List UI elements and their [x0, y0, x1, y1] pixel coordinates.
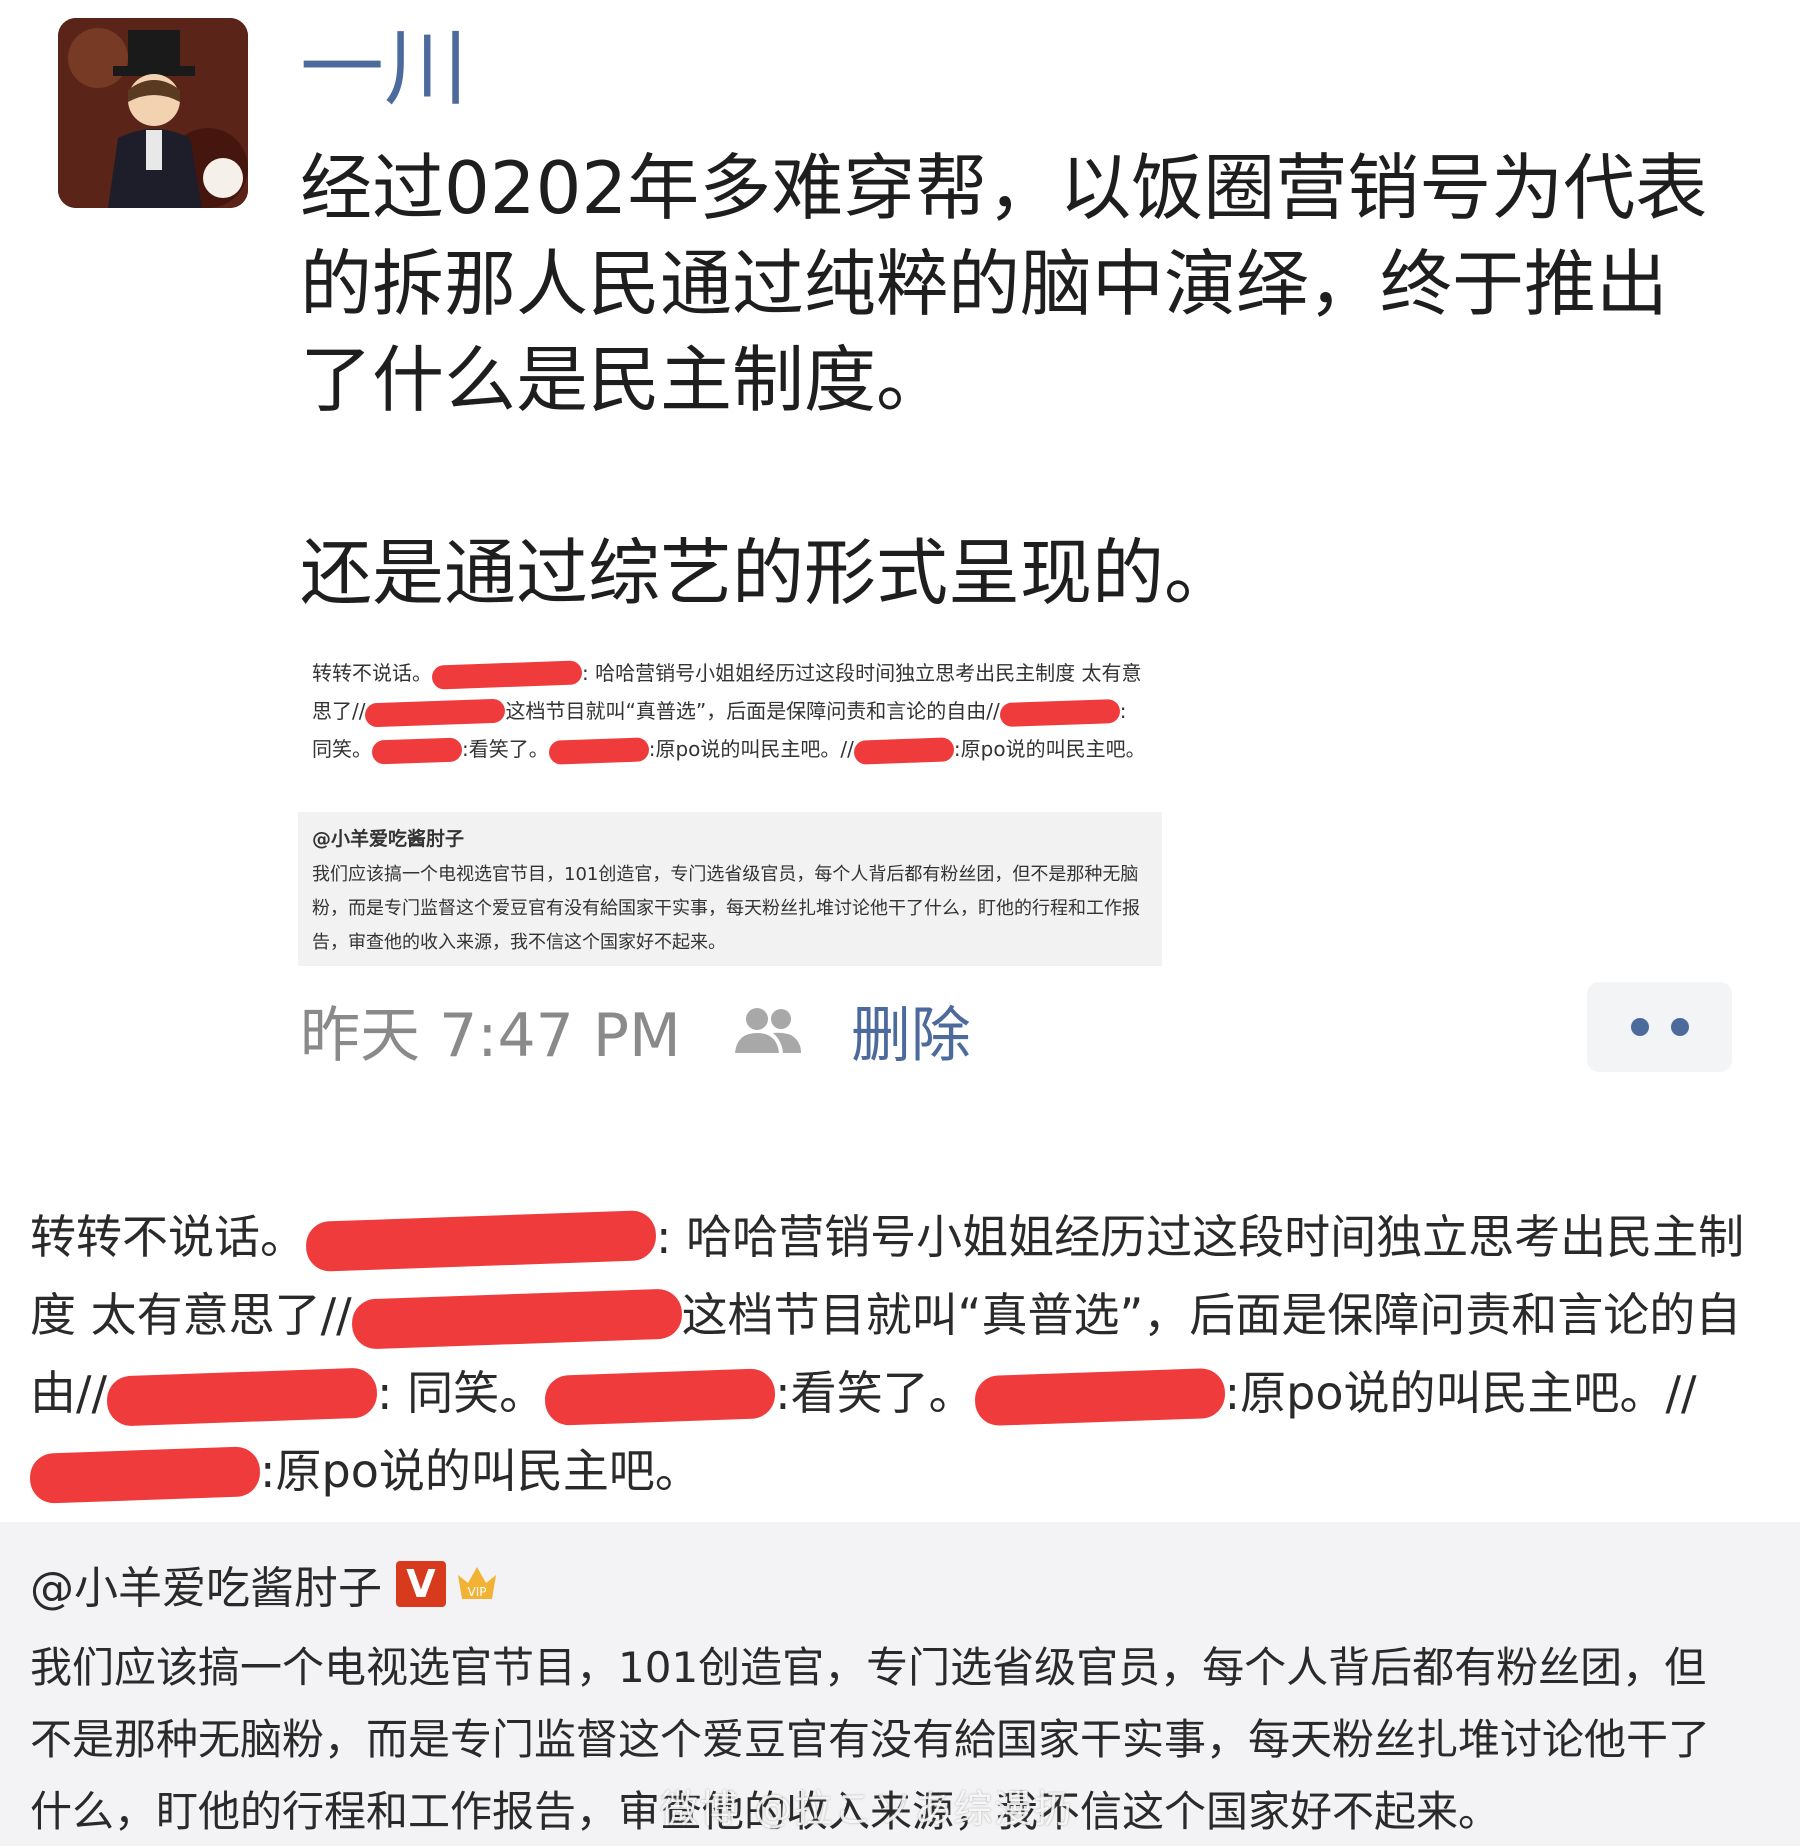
- vip-crown-icon: VIP: [458, 1567, 496, 1599]
- watermark: 微博 @拉こソあ综漫扔: [660, 1787, 1075, 1831]
- embedded-quoted-text: 我们应该搞一个电视选官节目，101创造官，专门选省级官员，每个人背后都有粉丝团，…: [312, 864, 1140, 953]
- redaction-mark: [29, 1445, 261, 1504]
- redaction-mark: [365, 698, 506, 727]
- post-text-continued: 还是通过综艺的形式呈现的。: [300, 531, 1237, 615]
- more-dots-icon: [1630, 1018, 1649, 1036]
- people-icon[interactable]: [733, 1005, 803, 1055]
- post-username[interactable]: 一川: [300, 18, 468, 119]
- repost-part: 转转不说话。: [30, 1210, 306, 1264]
- repost-part: 这档节目就叫“真普选”，后面是保障问责和言论的自由//: [505, 699, 1000, 723]
- avatar-image: [58, 18, 248, 208]
- redaction-mark: [853, 736, 955, 765]
- repost-part: :原po说的叫民主吧。//: [648, 737, 854, 761]
- embedded-quoted-author[interactable]: @小羊爱吃酱肘子: [312, 824, 464, 851]
- redaction-mark: [106, 1366, 378, 1427]
- redaction-mark: [305, 1209, 657, 1272]
- repost-part: : 同笑。: [377, 1366, 546, 1420]
- quoted-author[interactable]: @小羊爱吃酱肘子: [30, 1552, 382, 1616]
- redaction-mark: [548, 736, 650, 765]
- repost-part: :原po说的叫民主吧。: [260, 1444, 701, 1498]
- redaction-mark: [544, 1367, 776, 1426]
- more-options-button[interactable]: [1587, 982, 1732, 1072]
- repost-part: :原po说的叫民主吧。//: [1224, 1366, 1697, 1420]
- zoomed-repost-chain: 转转不说话。: 哈哈营销号小姐姐经历过这段时间独立思考出民主制度 太有意思了//…: [29, 1198, 1750, 1510]
- more-dots-icon: [1670, 1018, 1689, 1036]
- redaction-mark: [973, 1367, 1226, 1426]
- quoted-author-row: @小羊爱吃酱肘子 V VIP: [30, 1552, 500, 1616]
- redaction-mark: [371, 736, 463, 765]
- repost-part: :看笑了。: [775, 1366, 975, 1420]
- embedded-screenshot[interactable]: 转转不说话。: 哈哈营销号小姐姐经历过这段时间独立思考出民主制度 太有意思了//…: [298, 640, 1162, 966]
- vip-label: VIP: [468, 1585, 487, 1599]
- repost-part: 转转不说话。: [312, 661, 432, 685]
- verified-v-icon: V: [396, 1561, 446, 1607]
- embedded-repost-chain: 转转不说话。: 哈哈营销号小姐姐经历过这段时间独立思考出民主制度 太有意思了//…: [312, 654, 1152, 768]
- repost-part: :看笑了。: [462, 737, 549, 761]
- user-avatar[interactable]: [58, 18, 248, 208]
- post-text: 经过0202年多难穿帮，以饭圈营销号为代表的拆那人民通过纯粹的脑中演绎，终于推出…: [300, 146, 1708, 422]
- post-timestamp: 昨天 7:47 PM: [300, 1000, 681, 1071]
- post-meta: 昨天 7:47 PM 删除: [300, 985, 971, 1075]
- repost-part: :原po说的叫民主吧。: [953, 737, 1146, 761]
- redaction-mark: [431, 659, 583, 690]
- redaction-mark: [999, 698, 1121, 727]
- redaction-mark: [350, 1287, 683, 1350]
- embedded-quoted-post: @小羊爱吃酱肘子 我们应该搞一个电视选官节目，101创造官，专门选省级官员，每个…: [298, 812, 1162, 966]
- delete-link[interactable]: 删除: [851, 987, 971, 1074]
